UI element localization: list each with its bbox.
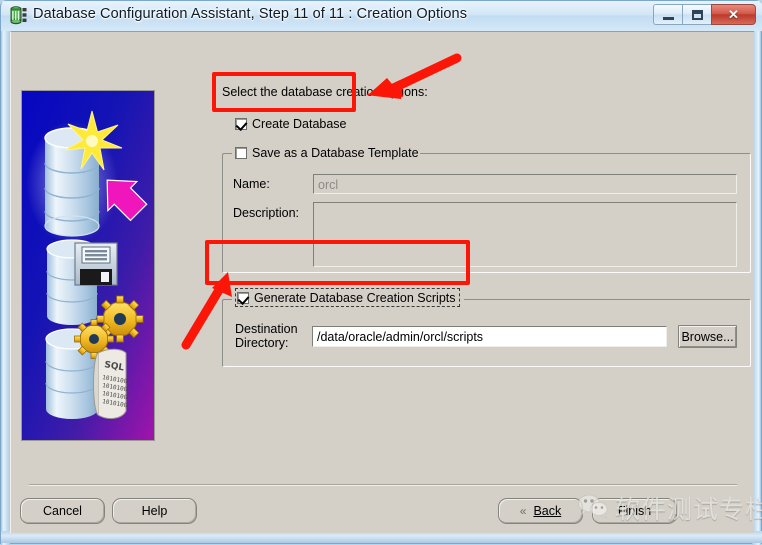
window-border-left: [1, 1, 10, 545]
destination-directory-label-line1: Destination: [235, 322, 298, 336]
create-database-checkbox[interactable]: Create Database: [235, 117, 347, 131]
close-icon: ✕: [728, 6, 739, 22]
database-cylinder-icon: [10, 6, 28, 25]
generate-scripts-label: Generate Database Creation Scripts: [254, 291, 456, 305]
page-instruction: Select the database creation options:: [222, 85, 428, 99]
dialog-client-area: SQL 10101001 10101001 10101001 10101001 …: [10, 31, 754, 533]
destination-directory-input[interactable]: /data/oracle/admin/orcl/scripts: [312, 326, 667, 347]
screenshot-root: Database Configuration Assistant, Step 1…: [0, 0, 762, 545]
footer-separator: [29, 484, 737, 485]
template-description-label: Description:: [233, 206, 299, 220]
checkbox-indicator: [235, 118, 247, 130]
save-template-checkbox[interactable]: Save as a Database Template: [235, 146, 419, 160]
finish-button[interactable]: Finish: [592, 498, 677, 524]
help-button[interactable]: Help: [112, 498, 197, 524]
template-name-label: Name:: [233, 177, 270, 191]
window-caption-buttons: ✕: [653, 4, 756, 26]
oracle-banner-image: SQL 10101001 10101001 10101001 10101001: [21, 90, 155, 441]
application-window: Database Configuration Assistant, Step 1…: [0, 0, 762, 545]
window-title: Database Configuration Assistant, Step 1…: [33, 6, 468, 22]
maximize-button[interactable]: [682, 4, 711, 25]
template-description-input[interactable]: [313, 202, 737, 267]
maximize-icon: [691, 9, 703, 20]
create-database-label: Create Database: [252, 117, 347, 131]
floppy-disk-icon: [74, 242, 118, 286]
minimize-icon: [662, 16, 674, 20]
checkbox-indicator: [237, 292, 249, 304]
cancel-button[interactable]: Cancel: [20, 498, 105, 524]
template-name-input[interactable]: orcl: [313, 174, 737, 194]
back-button[interactable]: « Back: [498, 498, 583, 524]
banner-graphic: SQL 10101001 10101001 10101001 10101001: [22, 91, 154, 440]
back-label: Back: [533, 504, 562, 518]
save-template-label: Save as a Database Template: [252, 146, 419, 160]
dialog-background: SQL 10101001 10101001 10101001 10101001 …: [11, 32, 754, 533]
chevron-left-icon: «: [519, 503, 527, 518]
close-button[interactable]: ✕: [711, 4, 756, 25]
sql-script-icon: SQL 10101001 10101001 10101001 10101001: [93, 348, 132, 419]
generate-scripts-checkbox[interactable]: Generate Database Creation Scripts: [237, 291, 456, 305]
minimize-button[interactable]: [653, 4, 682, 25]
destination-directory-label-line2: Directory:: [235, 336, 289, 350]
checkbox-indicator: [235, 147, 247, 159]
title-bar[interactable]: Database Configuration Assistant, Step 1…: [1, 1, 762, 31]
browse-button[interactable]: Browse...: [678, 325, 737, 348]
